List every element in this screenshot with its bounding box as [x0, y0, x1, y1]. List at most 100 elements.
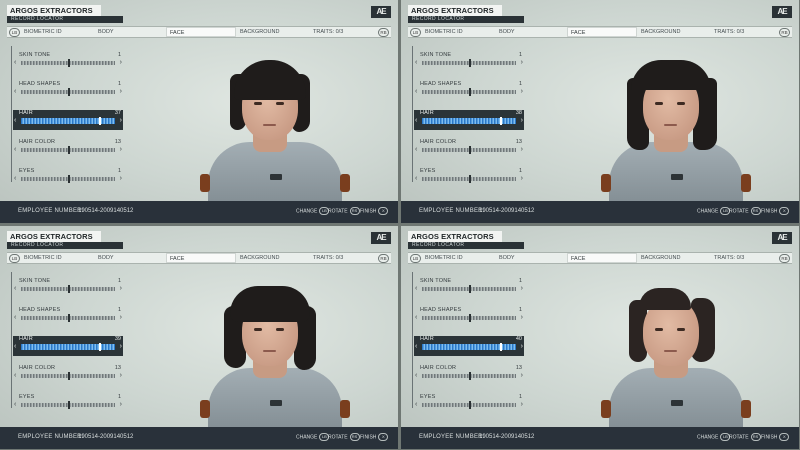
chevron-right-icon[interactable]: › [521, 314, 523, 321]
character-preview[interactable] [200, 52, 350, 202]
chevron-left-icon[interactable]: ‹ [415, 401, 417, 408]
chevron-right-icon[interactable]: › [120, 401, 122, 408]
chevron-left-icon[interactable]: ‹ [14, 401, 16, 408]
slider-hair-color[interactable]: HAIR COLOR 13 ‹ › [414, 365, 524, 385]
tab-background[interactable]: BACKGROUND [237, 253, 309, 263]
slider-hair[interactable]: HAIR 40 ‹ › [414, 336, 524, 356]
chevron-right-icon[interactable]: › [521, 88, 523, 95]
tab-face[interactable]: FACE [166, 27, 236, 37]
change-action[interactable]: CHANGELB [697, 433, 730, 442]
slider-handle[interactable] [469, 285, 471, 293]
chevron-right-icon[interactable]: › [521, 285, 523, 292]
chevron-left-icon[interactable]: ‹ [14, 88, 16, 95]
chevron-left-icon[interactable]: ‹ [14, 117, 16, 124]
rb-button[interactable]: RB [378, 254, 389, 263]
chevron-left-icon[interactable]: ‹ [415, 117, 417, 124]
slider-handle[interactable] [68, 314, 70, 322]
chevron-right-icon[interactable]: › [120, 175, 122, 182]
slider-hair-color[interactable]: HAIR COLOR 13 ‹ › [13, 139, 123, 159]
lb-button[interactable]: LB [9, 28, 20, 37]
lb-button[interactable]: LB [9, 254, 20, 263]
slider-handle[interactable] [469, 88, 471, 96]
lb-button[interactable]: LB [410, 28, 421, 37]
chevron-right-icon[interactable]: › [120, 314, 122, 321]
tab-face[interactable]: FACE [567, 253, 637, 263]
slider-handle[interactable] [500, 117, 502, 125]
chevron-left-icon[interactable]: ‹ [415, 175, 417, 182]
chevron-left-icon[interactable]: ‹ [415, 59, 417, 66]
tab-traits[interactable]: TRAITS: 0/3 [310, 27, 370, 37]
slider-hair[interactable]: HAIR 39 ‹ › [13, 336, 123, 356]
change-action[interactable]: CHANGELB [697, 207, 730, 216]
chevron-right-icon[interactable]: › [120, 146, 122, 153]
character-preview[interactable] [601, 278, 751, 428]
tab-traits[interactable]: TRAITS: 0/3 [711, 253, 771, 263]
slider-eyes[interactable]: EYES 1 ‹ › [13, 168, 123, 188]
lb-button[interactable]: LB [410, 254, 421, 263]
finish-action[interactable]: FINISHX [761, 433, 789, 442]
slider-handle[interactable] [99, 343, 101, 351]
slider-hair[interactable]: HAIR 38 ‹ › [414, 110, 524, 130]
slider-handle[interactable] [469, 401, 471, 409]
rotate-action[interactable]: ROTATERS [328, 207, 360, 216]
chevron-left-icon[interactable]: ‹ [14, 175, 16, 182]
slider-skin-tone[interactable]: SKIN TONE 1 ‹ › [414, 52, 524, 72]
slider-handle[interactable] [469, 146, 471, 154]
slider-handle[interactable] [469, 314, 471, 322]
chevron-left-icon[interactable]: ‹ [14, 343, 16, 350]
rotate-action[interactable]: ROTATERS [729, 207, 761, 216]
chevron-left-icon[interactable]: ‹ [14, 146, 16, 153]
slider-hair-color[interactable]: HAIR COLOR 13 ‹ › [13, 365, 123, 385]
chevron-left-icon[interactable]: ‹ [415, 88, 417, 95]
character-preview[interactable] [200, 278, 350, 428]
slider-handle[interactable] [469, 372, 471, 380]
chevron-right-icon[interactable]: › [521, 343, 523, 350]
chevron-left-icon[interactable]: ‹ [415, 146, 417, 153]
chevron-right-icon[interactable]: › [521, 401, 523, 408]
slider-hair-color[interactable]: HAIR COLOR 13 ‹ › [414, 139, 524, 159]
chevron-right-icon[interactable]: › [521, 117, 523, 124]
slider-handle[interactable] [68, 401, 70, 409]
slider-handle[interactable] [68, 175, 70, 183]
finish-action[interactable]: FINISHX [761, 207, 789, 216]
chevron-right-icon[interactable]: › [120, 88, 122, 95]
slider-handle[interactable] [68, 372, 70, 380]
tab-biometric-id[interactable]: BIOMETRIC ID [422, 27, 494, 37]
chevron-right-icon[interactable]: › [120, 59, 122, 66]
chevron-right-icon[interactable]: › [120, 285, 122, 292]
chevron-right-icon[interactable]: › [521, 372, 523, 379]
rotate-action[interactable]: ROTATERS [328, 433, 360, 442]
tab-body[interactable]: BODY [95, 27, 165, 37]
slider-head-shapes[interactable]: HEAD SHAPES 1 ‹ › [414, 307, 524, 327]
finish-action[interactable]: FINISHX [360, 433, 388, 442]
chevron-left-icon[interactable]: ‹ [14, 372, 16, 379]
slider-handle[interactable] [99, 117, 101, 125]
slider-handle[interactable] [469, 59, 471, 67]
tab-background[interactable]: BACKGROUND [638, 27, 710, 37]
chevron-right-icon[interactable]: › [120, 343, 122, 350]
slider-handle[interactable] [500, 343, 502, 351]
slider-handle[interactable] [68, 285, 70, 293]
tab-face[interactable]: FACE [166, 253, 236, 263]
tab-biometric-id[interactable]: BIOMETRIC ID [21, 253, 93, 263]
slider-eyes[interactable]: EYES 1 ‹ › [13, 394, 123, 414]
tab-biometric-id[interactable]: BIOMETRIC ID [21, 27, 93, 37]
slider-eyes[interactable]: EYES 1 ‹ › [414, 394, 524, 414]
chevron-left-icon[interactable]: ‹ [14, 285, 16, 292]
tab-background[interactable]: BACKGROUND [638, 253, 710, 263]
chevron-left-icon[interactable]: ‹ [415, 372, 417, 379]
chevron-right-icon[interactable]: › [120, 117, 122, 124]
slider-skin-tone[interactable]: SKIN TONE 1 ‹ › [414, 278, 524, 298]
chevron-right-icon[interactable]: › [521, 175, 523, 182]
tab-body[interactable]: BODY [95, 253, 165, 263]
chevron-right-icon[interactable]: › [120, 372, 122, 379]
slider-skin-tone[interactable]: SKIN TONE 1 ‹ › [13, 52, 123, 72]
chevron-left-icon[interactable]: ‹ [415, 314, 417, 321]
chevron-left-icon[interactable]: ‹ [14, 314, 16, 321]
change-action[interactable]: CHANGELB [296, 433, 329, 442]
finish-action[interactable]: FINISHX [360, 207, 388, 216]
slider-head-shapes[interactable]: HEAD SHAPES 1 ‹ › [414, 81, 524, 101]
slider-handle[interactable] [68, 88, 70, 96]
chevron-right-icon[interactable]: › [521, 59, 523, 66]
slider-handle[interactable] [68, 146, 70, 154]
